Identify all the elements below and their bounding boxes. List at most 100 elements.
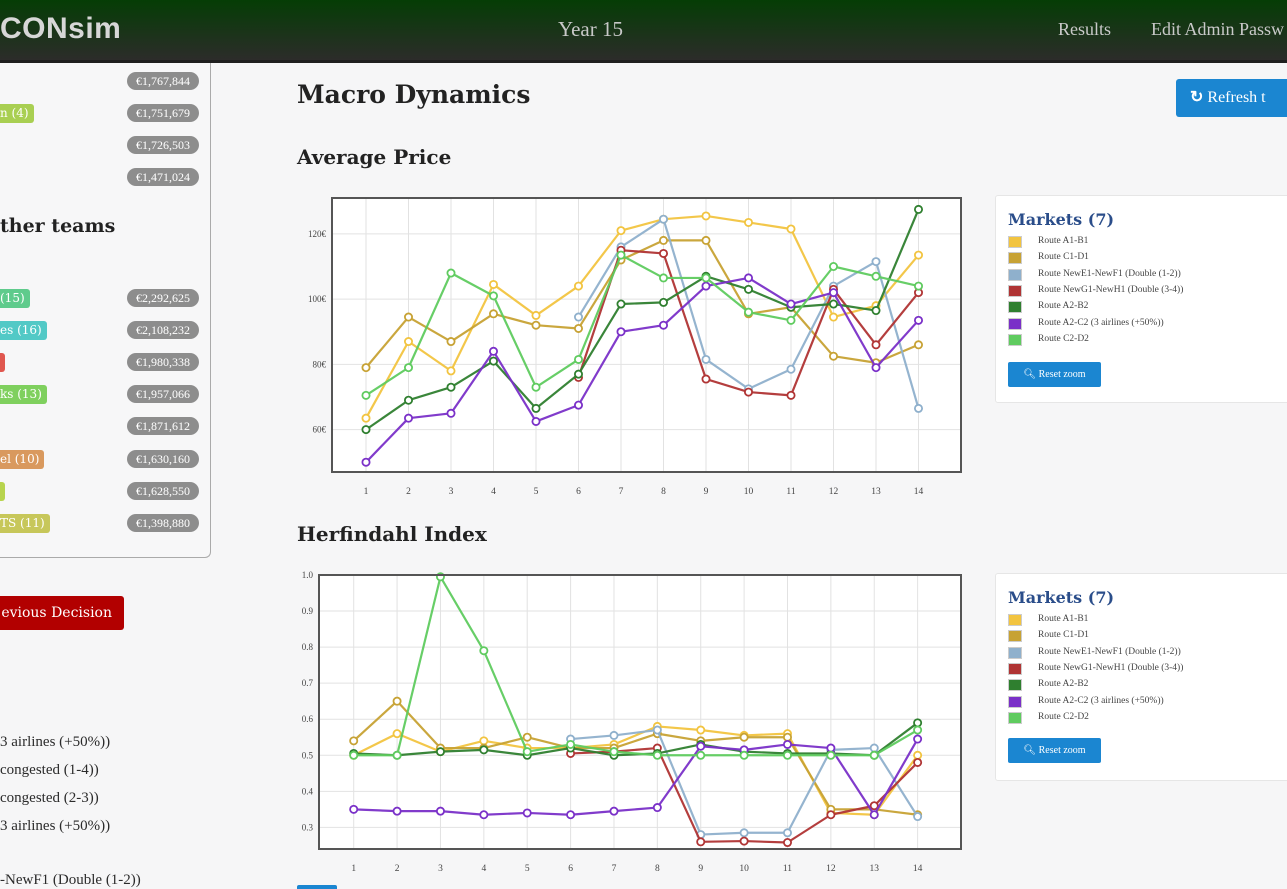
data-point[interactable] — [739, 732, 749, 742]
nav-link-edit-admin-password[interactable]: Edit Admin Passw — [1151, 19, 1284, 40]
data-point[interactable] — [609, 806, 619, 816]
data-point[interactable] — [913, 757, 923, 767]
team-name-badge[interactable]: n (4) — [0, 104, 34, 123]
data-point[interactable] — [914, 315, 924, 325]
data-point[interactable] — [488, 356, 498, 366]
data-point[interactable] — [531, 403, 541, 413]
data-point[interactable] — [446, 366, 456, 376]
data-point[interactable] — [479, 810, 489, 820]
data-point[interactable] — [566, 739, 576, 749]
data-point[interactable] — [786, 364, 796, 374]
legend-item[interactable]: Route A2-C2 (3 airlines (+50%)) — [1008, 317, 1287, 332]
data-point[interactable] — [488, 309, 498, 319]
data-point[interactable] — [404, 337, 414, 347]
data-point[interactable] — [743, 273, 753, 283]
data-point[interactable] — [913, 812, 923, 822]
data-point[interactable] — [479, 736, 489, 746]
data-point[interactable] — [488, 291, 498, 301]
data-point[interactable] — [531, 320, 541, 330]
data-point[interactable] — [696, 837, 706, 847]
team-name-badge[interactable] — [0, 482, 5, 501]
average-price-chart[interactable]: 60€80€100€120€1 2 3 4 5 6 7 8 9 10 11 12 13 14 — [297, 190, 977, 505]
data-point[interactable] — [658, 320, 668, 330]
data-point[interactable] — [616, 226, 626, 236]
data-point[interactable] — [609, 747, 619, 757]
data-point[interactable] — [826, 743, 836, 753]
data-point[interactable] — [696, 750, 706, 760]
data-point[interactable] — [871, 271, 881, 281]
data-point[interactable] — [573, 369, 583, 379]
data-point[interactable] — [531, 416, 541, 426]
team-name-badge[interactable] — [0, 353, 5, 372]
data-point[interactable] — [913, 725, 923, 735]
data-point[interactable] — [914, 403, 924, 413]
data-point[interactable] — [566, 810, 576, 820]
data-point[interactable] — [829, 351, 839, 361]
nav-link-results[interactable]: Results — [1058, 19, 1111, 40]
data-point[interactable] — [573, 323, 583, 333]
data-point[interactable] — [652, 803, 662, 813]
data-point[interactable] — [616, 327, 626, 337]
data-point[interactable] — [786, 390, 796, 400]
data-point[interactable] — [349, 750, 359, 760]
legend-item[interactable]: Route C1-D1 — [1008, 252, 1287, 266]
data-point[interactable] — [392, 750, 402, 760]
data-point[interactable] — [573, 354, 583, 364]
legend-item[interactable]: Route NewE1-NewF1 (Double (1-2)) — [1008, 268, 1287, 283]
data-point[interactable] — [446, 337, 456, 347]
legend-item[interactable]: Route NewG1-NewH1 (Double (3-4)) — [1008, 284, 1287, 299]
data-point[interactable] — [739, 828, 749, 838]
legend-item[interactable]: Route NewE1-NewF1 (Double (1-2)) — [1008, 646, 1287, 661]
data-point[interactable] — [782, 732, 792, 742]
data-point[interactable] — [914, 204, 924, 214]
data-point[interactable] — [696, 725, 706, 735]
data-point[interactable] — [658, 297, 668, 307]
team-name-badge[interactable]: TS (11) — [0, 514, 50, 533]
data-point[interactable] — [573, 312, 583, 322]
data-point[interactable] — [435, 806, 445, 816]
data-point[interactable] — [446, 268, 456, 278]
legend-item[interactable]: Route C1-D1 — [1008, 630, 1287, 644]
data-point[interactable] — [829, 262, 839, 272]
data-point[interactable] — [392, 806, 402, 816]
data-point[interactable] — [361, 413, 371, 423]
data-point[interactable] — [701, 211, 711, 221]
data-point[interactable] — [392, 696, 402, 706]
team-name-badge[interactable]: es (16) — [0, 321, 47, 340]
data-point[interactable] — [488, 279, 498, 289]
data-point[interactable] — [658, 248, 668, 258]
data-point[interactable] — [782, 828, 792, 838]
team-name-badge[interactable]: el (10) — [0, 450, 45, 469]
data-point[interactable] — [701, 354, 711, 364]
data-point[interactable] — [829, 312, 839, 322]
data-point[interactable] — [871, 306, 881, 316]
data-point[interactable] — [446, 382, 456, 392]
data-point[interactable] — [658, 235, 668, 245]
data-point[interactable] — [913, 718, 923, 728]
data-point[interactable] — [479, 646, 489, 656]
data-point[interactable] — [616, 299, 626, 309]
data-point[interactable] — [522, 747, 532, 757]
data-point[interactable] — [871, 363, 881, 373]
data-point[interactable] — [871, 257, 881, 267]
data-point[interactable] — [349, 804, 359, 814]
data-point[interactable] — [652, 725, 662, 735]
data-point[interactable] — [658, 273, 668, 283]
legend-item[interactable]: Route A1-B1 — [1008, 236, 1287, 250]
data-point[interactable] — [869, 750, 879, 760]
data-point[interactable] — [914, 340, 924, 350]
team-name-badge[interactable]: ks (13) — [0, 385, 47, 404]
data-point[interactable] — [914, 281, 924, 291]
data-point[interactable] — [479, 745, 489, 755]
data-point[interactable] — [826, 750, 836, 760]
bottom-button-edge[interactable] — [297, 885, 337, 889]
legend-item[interactable]: Route C2-D2 — [1008, 333, 1287, 348]
data-point[interactable] — [392, 729, 402, 739]
previous-decision-button[interactable]: evious Decision — [0, 596, 124, 630]
reset-zoom-button[interactable]: 🔍︎ Reset zoom — [1008, 362, 1101, 387]
data-point[interactable] — [609, 730, 619, 740]
legend-item[interactable]: Route A1-B1 — [1008, 614, 1287, 628]
data-point[interactable] — [573, 281, 583, 291]
data-point[interactable] — [743, 307, 753, 317]
data-point[interactable] — [696, 741, 706, 751]
